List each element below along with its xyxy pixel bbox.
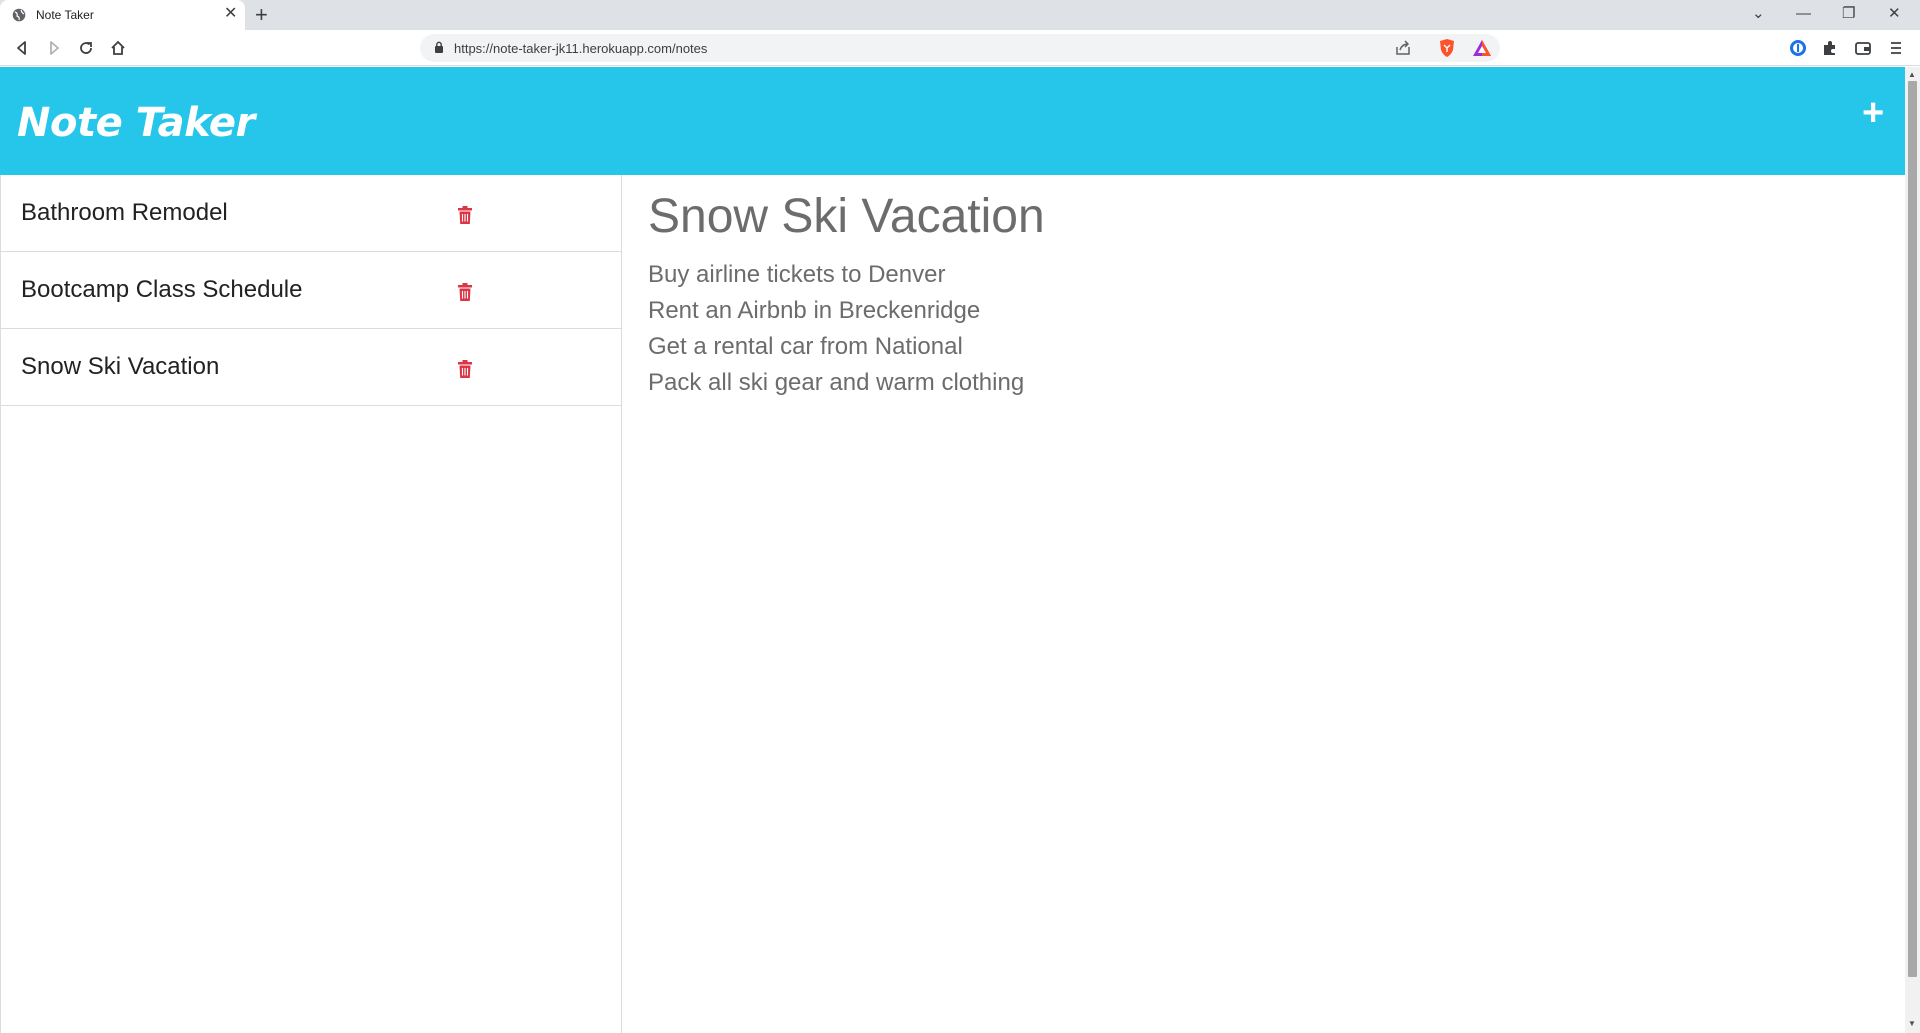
- browser-tab[interactable]: Note Taker ✕: [0, 0, 245, 30]
- note-item-title[interactable]: Bootcamp Class Schedule: [21, 276, 302, 304]
- tab-search-icon[interactable]: ⌄: [1752, 5, 1765, 23]
- tab-close-icon[interactable]: ✕: [224, 6, 237, 22]
- note-item-title[interactable]: Snow Ski Vacation: [21, 353, 219, 381]
- tab-title: Note Taker: [36, 8, 94, 22]
- note-list: Bathroom Remodel Bootcamp Class Schedule…: [0, 175, 622, 1033]
- app-title[interactable]: Note Taker: [17, 100, 255, 146]
- app-header: Note Taker +: [0, 67, 1905, 175]
- scroll-thumb[interactable]: [1908, 81, 1917, 977]
- note-line: Rent an Airbnb in Breckenridge: [648, 297, 981, 324]
- scroll-down-arrow-icon[interactable]: ▼: [1908, 1019, 1916, 1028]
- reload-icon[interactable]: [76, 38, 96, 58]
- share-icon[interactable]: [1394, 39, 1412, 57]
- browser-toolbar: https://note-taker-jk11.herokuapp.com/no…: [0, 30, 1920, 66]
- page-scrollbar[interactable]: ▲ ▼: [1905, 67, 1920, 1033]
- wallet-icon[interactable]: [1853, 38, 1873, 58]
- menu-icon[interactable]: [1886, 38, 1906, 58]
- extensions-icon[interactable]: [1820, 38, 1840, 58]
- brave-rewards-icon[interactable]: [1472, 39, 1492, 57]
- note-text-area[interactable]: Buy airline tickets to Denver Rent an Ai…: [648, 257, 1024, 401]
- brave-shields-icon[interactable]: [1438, 38, 1456, 58]
- restore-button[interactable]: ❐: [1842, 5, 1855, 23]
- note-list-item[interactable]: Bootcamp Class Schedule: [1, 252, 621, 329]
- note-line: Get a rental car from National: [648, 333, 963, 360]
- note-list-item[interactable]: Bathroom Remodel: [1, 175, 621, 252]
- scroll-up-arrow-icon[interactable]: ▲: [1908, 70, 1916, 79]
- password-manager-icon[interactable]: [1788, 38, 1808, 58]
- note-editor: Snow Ski Vacation Buy airline tickets to…: [622, 175, 1905, 1033]
- back-icon[interactable]: [12, 38, 32, 58]
- trash-icon[interactable]: [457, 359, 473, 379]
- trash-icon[interactable]: [457, 282, 473, 302]
- note-line: Pack all ski gear and warm clothing: [648, 369, 1025, 396]
- address-bar[interactable]: https://note-taker-jk11.herokuapp.com/no…: [420, 34, 1500, 62]
- note-title-input[interactable]: Snow Ski Vacation: [648, 189, 1045, 244]
- url-text[interactable]: https://note-taker-jk11.herokuapp.com/no…: [454, 41, 707, 56]
- browser-tab-bar: Note Taker ✕ + ⌄ — ❐ ✕: [0, 0, 1920, 30]
- new-note-icon[interactable]: +: [1862, 91, 1884, 135]
- lock-icon[interactable]: [434, 41, 444, 54]
- note-item-title[interactable]: Bathroom Remodel: [21, 199, 228, 227]
- close-window-button[interactable]: ✕: [1888, 5, 1901, 23]
- forward-icon[interactable]: [44, 38, 64, 58]
- minimize-button[interactable]: —: [1796, 5, 1811, 23]
- note-line: Buy airline tickets to Denver: [648, 261, 946, 288]
- globe-icon: [12, 8, 26, 22]
- home-icon[interactable]: [108, 38, 128, 58]
- page-content: Note Taker + Bathroom Remodel Bootcamp C…: [0, 67, 1905, 1033]
- note-list-item[interactable]: Snow Ski Vacation: [1, 329, 621, 406]
- new-tab-button[interactable]: +: [255, 3, 268, 27]
- trash-icon[interactable]: [457, 205, 473, 225]
